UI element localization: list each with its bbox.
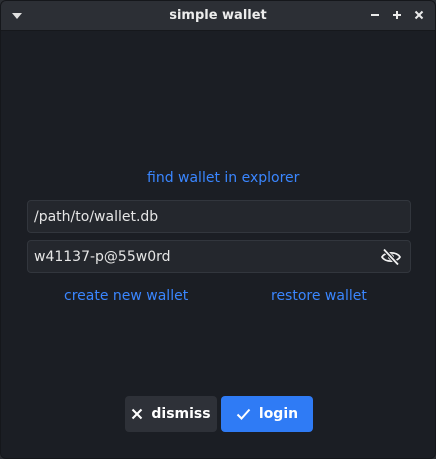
create-wallet-link[interactable]: create new wallet	[64, 288, 188, 304]
minimize-icon	[371, 14, 379, 16]
login-button[interactable]: login	[221, 396, 313, 432]
restore-wallet-link[interactable]: restore wallet	[271, 288, 367, 304]
close-button[interactable]	[411, 7, 427, 23]
login-label: login	[258, 406, 299, 422]
window-controls	[367, 7, 427, 23]
maximize-button[interactable]	[389, 7, 405, 23]
toggle-password-visibility-button[interactable]	[380, 247, 402, 267]
check-icon	[236, 408, 251, 420]
minimize-button[interactable]	[367, 7, 383, 23]
password-input[interactable]	[34, 241, 374, 272]
x-icon	[131, 408, 143, 420]
close-icon	[414, 10, 424, 20]
eye-slash-icon	[381, 248, 401, 266]
dismiss-label: dismiss	[151, 406, 211, 422]
title-bar[interactable]: simple wallet	[1, 1, 435, 31]
app-window: simple wallet find wallet in explorer /p…	[0, 0, 436, 459]
maximize-icon	[393, 11, 401, 19]
wallet-path-input[interactable]	[34, 201, 374, 232]
find-wallet-link[interactable]: find wallet in explorer	[147, 170, 299, 186]
dismiss-button[interactable]: dismiss	[125, 396, 217, 432]
wallet-path-field[interactable]	[27, 200, 411, 233]
main-content: find wallet in explorer create new walle…	[1, 31, 435, 458]
password-field[interactable]	[27, 240, 411, 273]
